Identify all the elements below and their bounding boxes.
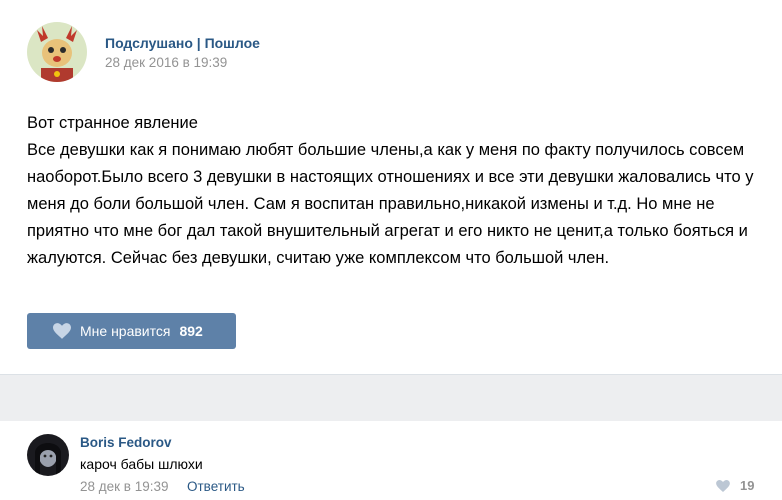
post-text: Вот странное явление Все девушки как я п… xyxy=(27,110,767,272)
heart-icon xyxy=(716,479,730,492)
like-button[interactable]: Мне нравится 892 xyxy=(27,313,236,349)
post-date[interactable]: 28 дек 2016 в 19:39 xyxy=(105,55,227,70)
reply-button[interactable]: Ответить xyxy=(187,479,245,494)
comments-separator xyxy=(0,374,782,422)
comment-text: кароч бабы шлюхи xyxy=(80,456,203,472)
commenter-avatar[interactable] xyxy=(27,434,69,476)
user-photo-icon xyxy=(27,434,69,476)
comment-like-count: 19 xyxy=(740,478,755,493)
post-text-line: Все девушки как я понимаю любят большие … xyxy=(27,141,754,267)
like-count: 892 xyxy=(179,323,203,339)
heart-icon xyxy=(53,323,71,339)
wall-post: Подслушано | Пошлое 28 дек 2016 в 19:39 … xyxy=(0,0,782,374)
comment-like-button[interactable]: 19 xyxy=(716,478,754,493)
deer-mascot-icon xyxy=(27,22,87,82)
comment-date[interactable]: 28 дек в 19:39 xyxy=(80,479,169,494)
post-text-line: Вот странное явление xyxy=(27,114,198,132)
community-avatar[interactable] xyxy=(27,22,87,82)
comment-author[interactable]: Boris Fedorov xyxy=(80,435,172,450)
post-author[interactable]: Подслушано | Пошлое xyxy=(105,35,260,51)
like-label: Мне нравится xyxy=(80,323,171,339)
comment: Boris Fedorov кароч бабы шлюхи 28 дек в … xyxy=(0,421,782,500)
